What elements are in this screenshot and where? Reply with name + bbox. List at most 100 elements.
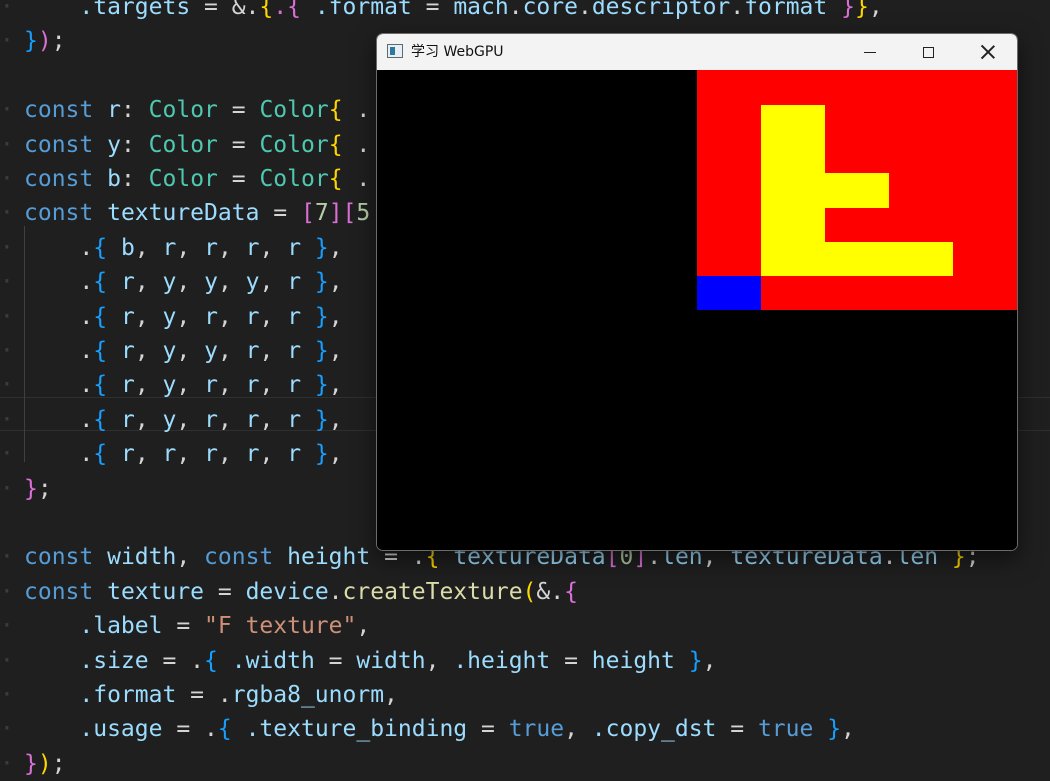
- code-token: ,: [176, 269, 205, 296]
- code-token: r: [245, 372, 260, 399]
- whitespace-dots: ·: [0, 131, 14, 158]
- texture-texel: [889, 207, 953, 242]
- code-token: }: [301, 338, 329, 364]
- title-bar[interactable]: 学习 WebGPU: [377, 34, 1017, 70]
- window-title: 学习 WebGPU: [411, 44, 504, 60]
- code-token: .targets: [24, 0, 191, 20]
- code-token: .: [508, 0, 523, 20]
- texture-texel: [825, 241, 889, 277]
- code-text: .{ b, r, r, r, r },: [24, 231, 343, 265]
- code-token: r: [287, 406, 302, 433]
- code-token: ,: [328, 234, 343, 261]
- code-line: · const texture = device.createTexture(&.…: [0, 575, 1050, 609]
- texture-texel: [953, 104, 1017, 140]
- code-token: b: [93, 166, 121, 192]
- code-text: .{ r, y, r, r, r },: [24, 368, 342, 402]
- code-token: =: [716, 716, 758, 743]
- code-token: ,: [384, 682, 398, 708]
- whitespace-dots: ·: [0, 166, 14, 192]
- code-token: Color: [148, 131, 218, 158]
- code-token: ,: [259, 234, 288, 261]
- code-token: y: [162, 269, 177, 296]
- code-token: r: [245, 441, 260, 468]
- code-token: .: [24, 441, 94, 468]
- whitespace-dots: ·: [0, 0, 14, 20]
- code-token: ,: [176, 544, 205, 571]
- code-text: .label = "F texture",: [24, 609, 370, 643]
- code-token: .: [24, 269, 94, 296]
- code-text: const b: Color = Color{ .: [24, 162, 370, 196]
- code-token: .size: [24, 647, 149, 674]
- code-token: }: [24, 28, 38, 55]
- code-token: ,: [259, 406, 288, 433]
- code-token: {: [217, 716, 232, 743]
- code-token: createTexture: [342, 578, 523, 605]
- code-token: r: [245, 303, 260, 330]
- code-token: 7: [314, 200, 329, 227]
- code-token: r: [107, 372, 135, 399]
- code-token: Color: [259, 131, 329, 158]
- code-token: }: [301, 441, 329, 468]
- code-token: ,: [217, 372, 246, 399]
- code-token: y: [162, 338, 177, 364]
- code-text: });: [24, 24, 66, 58]
- code-token: .: [24, 372, 94, 399]
- texture-texel: [953, 241, 1017, 277]
- code-text: .{ r, y, y, y, r },: [24, 265, 343, 299]
- code-token: ,: [564, 716, 592, 743]
- texture-texel: [825, 172, 889, 208]
- code-token: ,: [259, 338, 288, 364]
- code-token: width: [356, 647, 426, 674]
- render-viewport[interactable]: [377, 70, 1017, 550]
- code-token: .{: [273, 0, 301, 20]
- rendered-texture: [697, 70, 1017, 311]
- code-text: .{ r, y, y, r, r },: [24, 334, 342, 368]
- code-token: =: [217, 166, 260, 192]
- texture-texel: [953, 275, 1017, 311]
- code-token: ,: [868, 0, 883, 20]
- code-token: =: [259, 200, 301, 227]
- code-token: 5: [356, 200, 371, 227]
- code-token: ,: [328, 269, 343, 296]
- code-text: .{ r, r, r, r, r },: [24, 437, 342, 471]
- code-token: ,: [134, 234, 163, 261]
- code-token: {: [259, 0, 274, 20]
- close-button[interactable]: [959, 34, 1017, 70]
- code-text: const textureData = [7][5: [24, 196, 370, 230]
- code-token: :: [120, 97, 149, 124]
- code-token: }: [854, 0, 869, 20]
- code-token: r: [245, 406, 260, 433]
- webgpu-window[interactable]: 学习 WebGPU: [376, 33, 1018, 551]
- code-token: .: [730, 0, 745, 20]
- texture-texel: [761, 138, 825, 174]
- code-token: ,: [217, 406, 246, 433]
- code-token: ,: [217, 338, 246, 364]
- whitespace-dots: ·: [0, 544, 14, 571]
- code-token: const: [204, 544, 274, 571]
- code-text: };: [24, 472, 52, 506]
- code-token: ): [37, 28, 52, 55]
- minimize-button[interactable]: [841, 34, 899, 70]
- code-token: .: [24, 338, 94, 364]
- texture-texel: [889, 172, 953, 208]
- code-token: ,: [841, 716, 855, 743]
- code-token: {: [93, 372, 108, 399]
- code-token: r: [287, 372, 302, 399]
- code-token: =: [411, 0, 454, 20]
- texture-texel: [889, 275, 953, 311]
- code-token: height: [591, 647, 675, 674]
- texture-texel: [761, 241, 825, 277]
- code-token: "F texture": [204, 613, 357, 640]
- code-token: ,: [134, 441, 163, 468]
- code-token: = .: [148, 647, 205, 674]
- texture-texel: [889, 241, 953, 277]
- maximize-button[interactable]: [899, 34, 957, 70]
- code-token: ,: [217, 269, 246, 296]
- code-token: .: [24, 406, 94, 433]
- code-token: r: [287, 338, 302, 364]
- code-token: y: [162, 406, 177, 433]
- code-token: }: [827, 0, 855, 20]
- whitespace-dots: ·: [0, 716, 14, 743]
- code-token: ,: [328, 303, 343, 330]
- code-token: core: [522, 0, 578, 20]
